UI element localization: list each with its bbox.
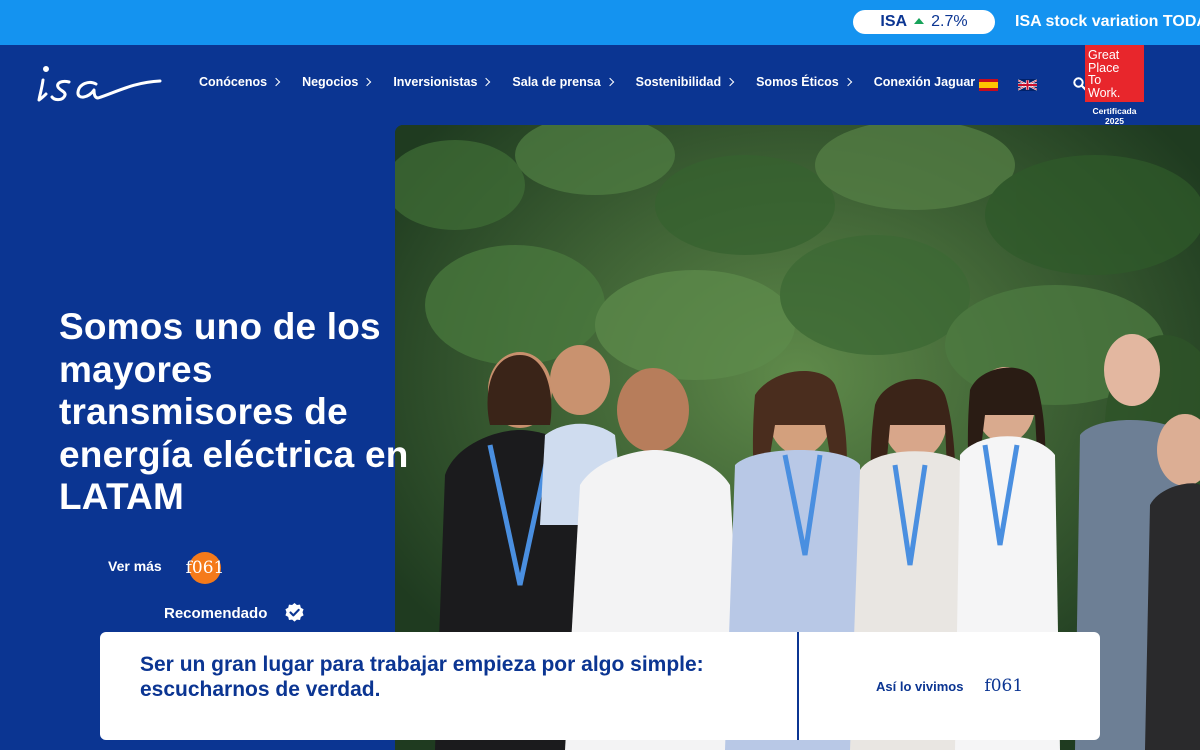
gptw-line: To bbox=[1088, 73, 1102, 87]
nav-item-negocios[interactable]: Negocios bbox=[302, 75, 372, 89]
nav-label: Negocios bbox=[302, 75, 359, 89]
uk-flag-icon[interactable] bbox=[1018, 79, 1037, 91]
gptw-line: Great bbox=[1088, 48, 1120, 62]
ver-mas-label: Ver más bbox=[108, 558, 162, 574]
chevron-right-icon bbox=[843, 77, 853, 87]
nav-label: Sala de prensa bbox=[512, 75, 601, 89]
verified-check-icon bbox=[285, 602, 304, 622]
spanish-flag-icon[interactable] bbox=[979, 79, 998, 91]
nav-label: Inversionistas bbox=[393, 75, 478, 89]
nav-item-somos-eticos[interactable]: Somos Éticos bbox=[756, 75, 853, 89]
isa-logo[interactable] bbox=[34, 60, 164, 110]
stock-ticker-bar: ISA 2.7% ISA stock variation TODAY bbox=[0, 0, 1200, 45]
main-nav: Conócenos Negocios Inversionistas Sala d… bbox=[199, 75, 998, 89]
nav-item-conexion-jaguar[interactable]: Conexión Jaguar bbox=[874, 75, 975, 89]
chevron-right-icon bbox=[725, 77, 735, 87]
nav-item-inversionistas[interactable]: Inversionistas bbox=[393, 75, 491, 89]
asi-lo-vivimos-link[interactable]: Así lo vivimos f061 bbox=[799, 632, 1100, 740]
recommended-label: Recomendado bbox=[164, 605, 268, 622]
chevron-right-icon bbox=[271, 77, 281, 87]
stock-change: 2.7% bbox=[931, 13, 968, 30]
nav-item-conocenos[interactable]: Conócenos bbox=[199, 75, 281, 89]
ticker-headline: ISA stock variation TODAY bbox=[1015, 13, 1200, 30]
chevron-right-icon bbox=[482, 77, 491, 87]
stock-pill[interactable]: ISA 2.7% bbox=[853, 10, 995, 34]
gptw-certified-label: Certificada bbox=[1092, 106, 1137, 116]
arrow-up-icon bbox=[914, 18, 925, 24]
nav-label: Conócenos bbox=[199, 75, 268, 89]
chevron-right-icon bbox=[363, 77, 372, 87]
chevron-right-icon bbox=[605, 77, 614, 87]
arrow-right-icon: f061 bbox=[984, 676, 1024, 696]
nav-item-sostenibilidad[interactable]: Sostenibilidad bbox=[635, 75, 735, 89]
nav-label: Somos Éticos bbox=[756, 75, 839, 89]
card-message: Ser un gran lugar para trabajar empieza … bbox=[100, 632, 799, 740]
gptw-logo: Great Place To Work. bbox=[1085, 45, 1144, 102]
card-cta-label: Así lo vivimos bbox=[876, 678, 964, 694]
nav-label: Conexión Jaguar bbox=[873, 75, 976, 89]
ver-mas-link[interactable]: Ver más bbox=[108, 558, 162, 574]
arrow-right-icon[interactable]: f061 bbox=[186, 552, 224, 584]
nav-item-sala-de-prensa[interactable]: Sala de prensa bbox=[512, 75, 614, 89]
stock-symbol: ISA bbox=[880, 13, 908, 30]
nav-label: Sostenibilidad bbox=[635, 75, 722, 89]
gptw-line: Work. bbox=[1088, 85, 1121, 100]
gptw-message-card: Ser un gran lugar para trabajar empieza … bbox=[100, 632, 1100, 740]
hero-headline: Somos uno de los mayores transmisores de… bbox=[59, 306, 409, 517]
